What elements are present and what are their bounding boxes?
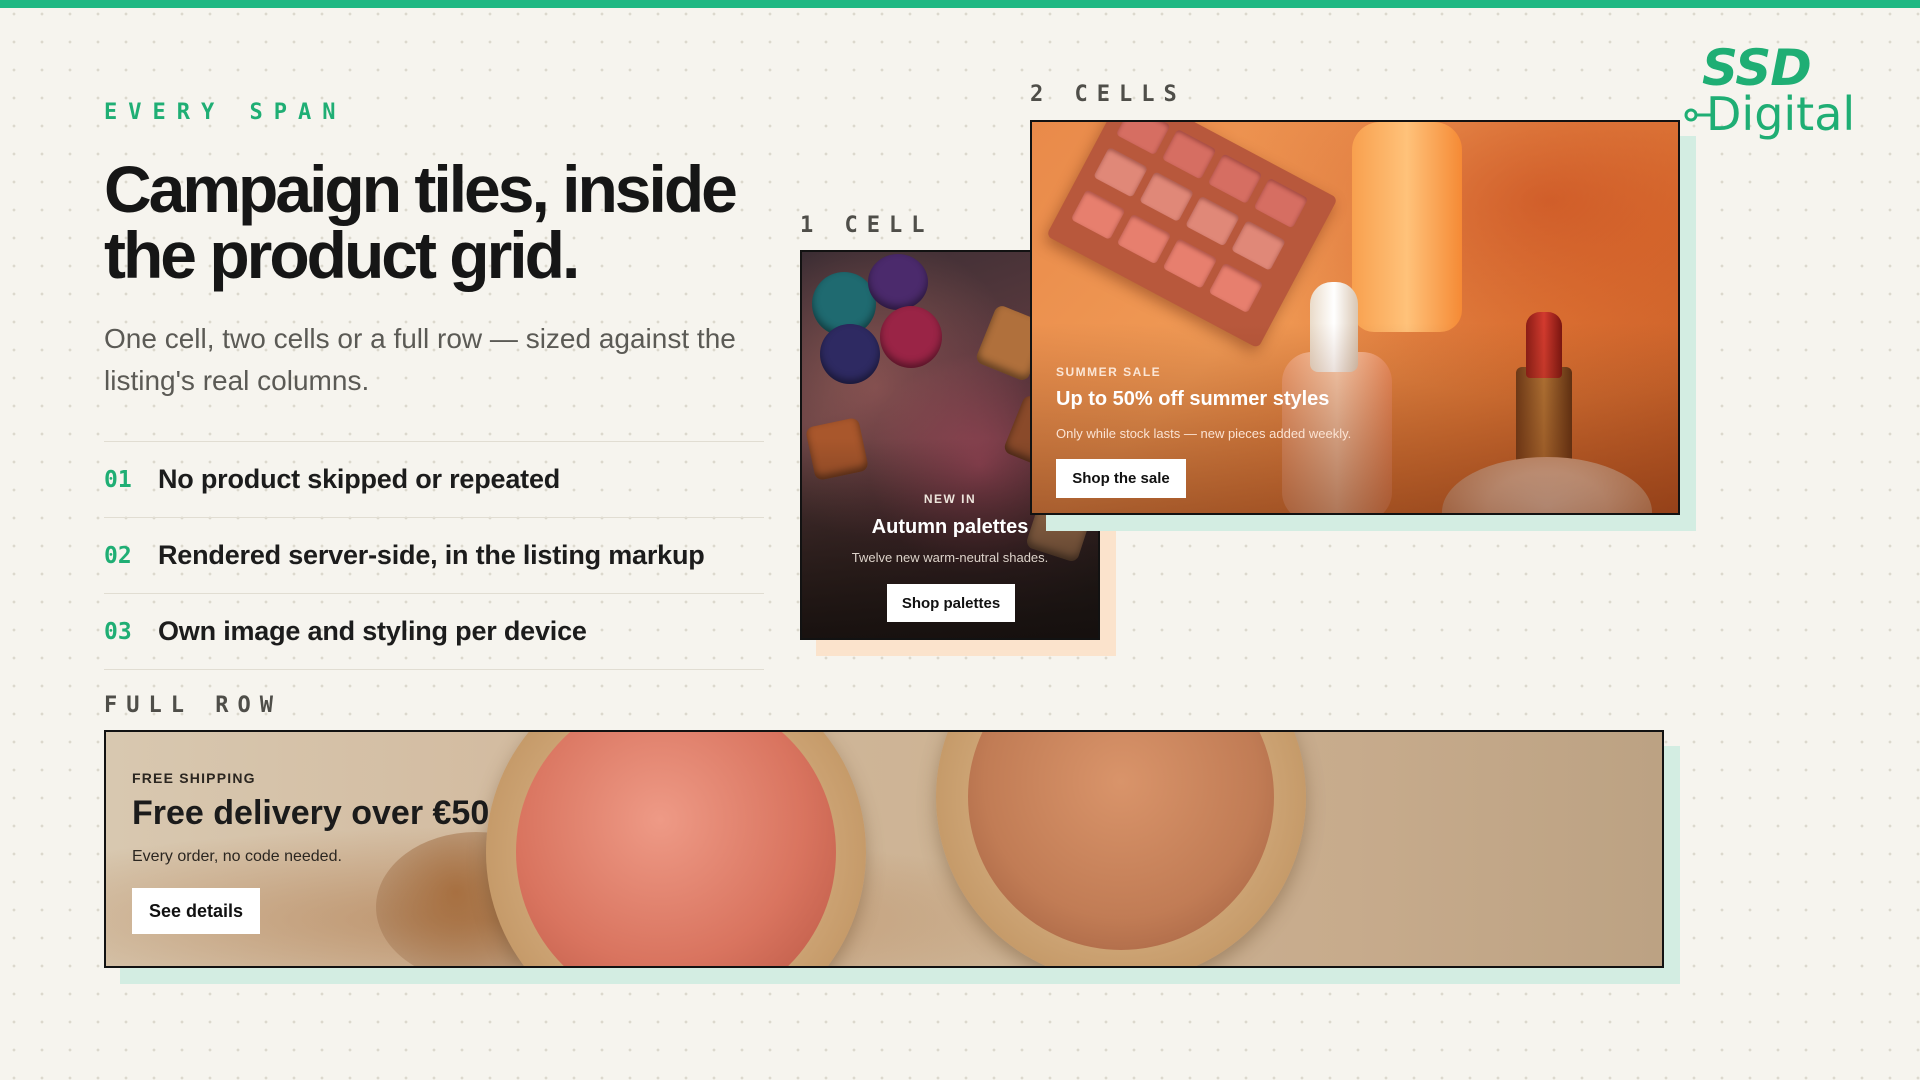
hero-lede: One cell, two cells or a full row — size… bbox=[104, 323, 736, 396]
feature-item: 03 Own image and styling per device bbox=[104, 594, 764, 670]
hero-eyebrow: EVERY SPAN bbox=[104, 100, 347, 125]
tile-subtitle: Every order, no code needed. bbox=[132, 848, 342, 865]
eyeshadow-pan bbox=[820, 324, 880, 384]
tile-title: Up to 50% off summer styles bbox=[1056, 388, 1330, 410]
feature-number: 02 bbox=[104, 542, 132, 569]
logo-wordmark-digital: Digital bbox=[1706, 87, 1856, 141]
two-cells-campaign-tile[interactable]: SUMMER SALE Up to 50% off summer styles … bbox=[1030, 120, 1680, 515]
serum-bottle-photo bbox=[1352, 122, 1462, 332]
hero-headline: Campaign tiles, inside the product grid. bbox=[104, 152, 738, 292]
tile-eyebrow: SUMMER SALE bbox=[1056, 365, 1162, 379]
top-accent-bar bbox=[0, 0, 1920, 8]
tile-eyebrow: FREE SHIPPING bbox=[132, 770, 256, 786]
see-details-button[interactable]: See details bbox=[132, 888, 260, 934]
feature-number: 03 bbox=[104, 618, 132, 645]
feature-item: 01 No product skipped or repeated bbox=[104, 442, 764, 518]
full-row-label: FULL ROW bbox=[104, 693, 282, 718]
eyeshadow-pan bbox=[868, 254, 928, 310]
full-row-campaign-tile[interactable]: FREE SHIPPING Free delivery over €50 Eve… bbox=[104, 730, 1664, 968]
feature-item: 02 Rendered server-side, in the listing … bbox=[104, 518, 764, 594]
ssd-digital-logo: SSD Digital bbox=[1680, 42, 1855, 142]
feature-number: 01 bbox=[104, 466, 132, 493]
blush-palette-photo bbox=[1046, 122, 1338, 349]
feature-list: 01 No product skipped or repeated 02 Ren… bbox=[104, 441, 764, 670]
bronzer-compact-photo bbox=[936, 732, 1306, 966]
two-cells-label: 2 CELLS bbox=[1030, 82, 1186, 107]
feature-text: Own image and styling per device bbox=[158, 616, 587, 646]
one-cell-label: 1 CELL bbox=[800, 213, 934, 238]
blush-compact-photo bbox=[486, 732, 866, 966]
shop-the-sale-button[interactable]: Shop the sale bbox=[1056, 459, 1186, 498]
tile-title: Free delivery over €50 bbox=[132, 794, 490, 832]
feature-text: Rendered server-side, in the listing mar… bbox=[158, 540, 705, 570]
tile-subtitle: Twelve new warm-neutral shades. bbox=[851, 550, 1049, 565]
tile-subtitle: Only while stock lasts — new pieces adde… bbox=[1056, 426, 1352, 441]
feature-text: No product skipped or repeated bbox=[158, 464, 561, 494]
eyeshadow-pan bbox=[880, 306, 942, 368]
shop-palettes-button[interactable]: Shop palettes bbox=[887, 584, 1015, 622]
